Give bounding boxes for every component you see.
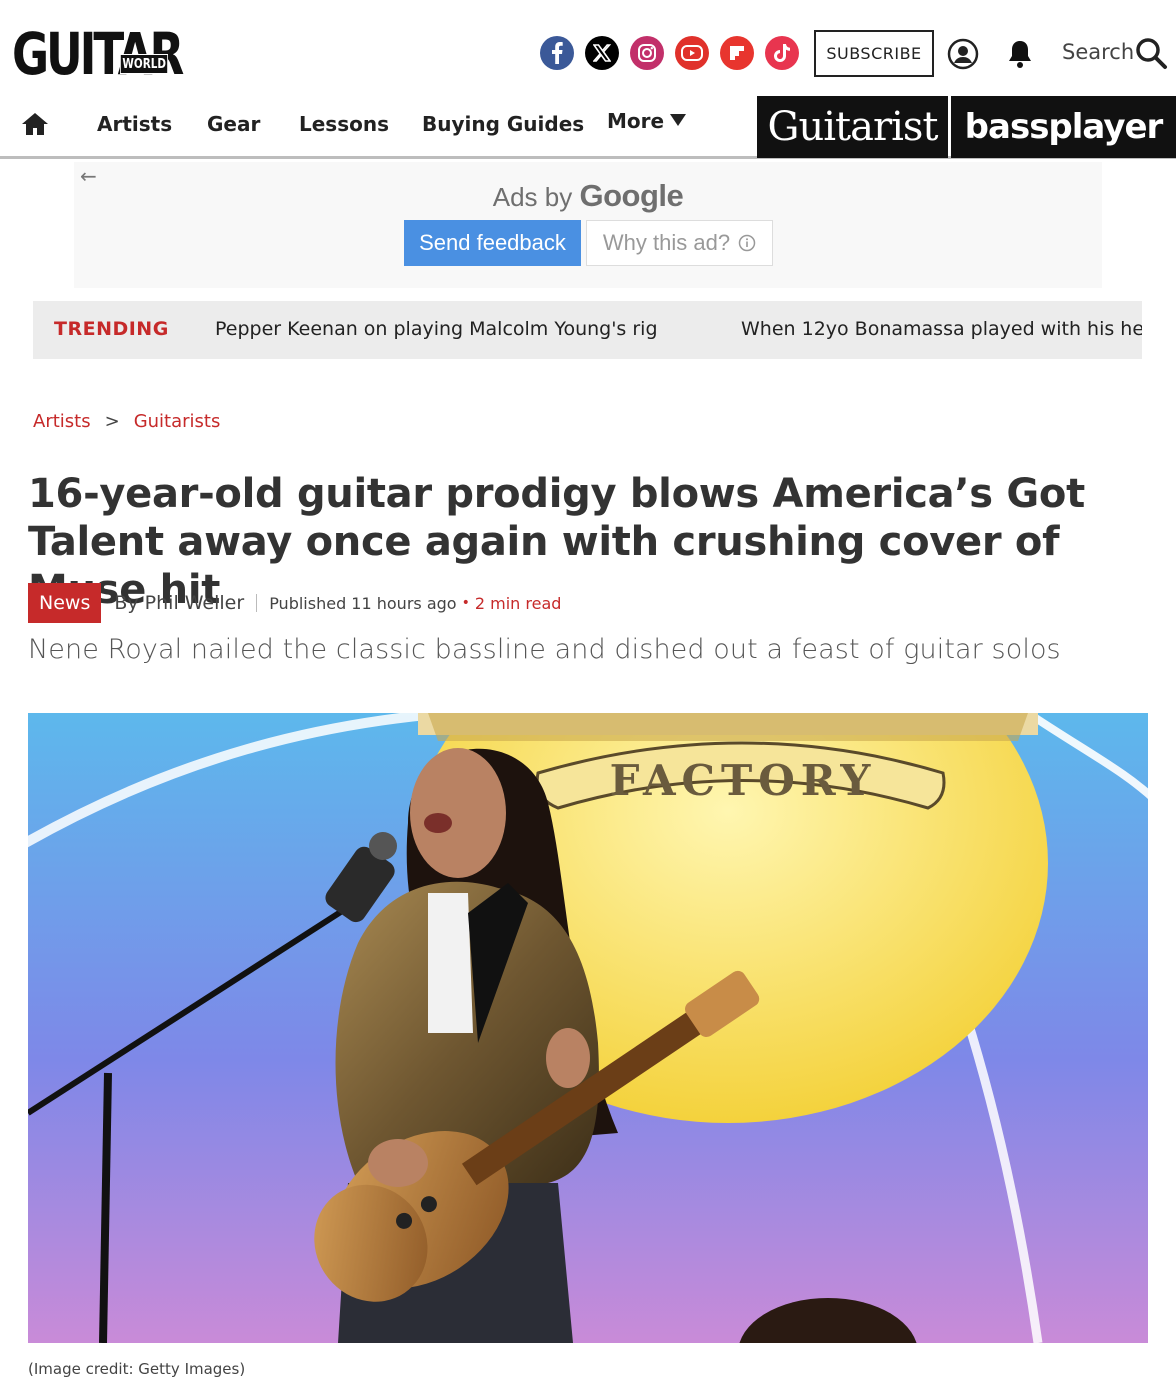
breadcrumb-separator: >: [104, 411, 120, 432]
author-byline[interactable]: By Phil Weller: [114, 592, 244, 614]
nav-item-more[interactable]: More: [607, 109, 687, 133]
subscribe-button[interactable]: SUBSCRIBE: [814, 30, 934, 77]
trending-bar: TRENDING Pepper Keenan on playing Malcol…: [33, 301, 1142, 359]
info-icon: [738, 234, 756, 252]
instagram-icon[interactable]: [630, 36, 664, 70]
search-label[interactable]: Search: [1062, 40, 1134, 64]
hero-image[interactable]: FACTORY: [28, 713, 1148, 1343]
trending-label: TRENDING: [54, 318, 169, 340]
hero-illustration: FACTORY: [28, 713, 1148, 1343]
send-feedback-button[interactable]: Send feedback: [404, 220, 581, 266]
why-this-ad-label: Why this ad?: [602, 230, 731, 255]
account-icon[interactable]: [947, 38, 979, 70]
sister-site-bassplayer[interactable]: bassplayer: [951, 96, 1176, 158]
image-credit: (Image credit: Getty Images): [28, 1360, 246, 1378]
flipboard-icon[interactable]: [720, 36, 754, 70]
nav-item-buying-guides[interactable]: Buying Guides: [422, 112, 584, 136]
nav-item-artists[interactable]: Artists: [97, 112, 172, 136]
nav-item-gear[interactable]: Gear: [207, 112, 260, 136]
nav-item-lessons[interactable]: Lessons: [299, 112, 389, 136]
logo-sub-text: WORLD: [120, 54, 169, 74]
notification-bell-icon[interactable]: [1005, 38, 1035, 70]
search-icon[interactable]: [1134, 36, 1168, 70]
main-nav: Artists Gear Lessons Buying Guides More …: [0, 96, 1176, 159]
trending-link-2[interactable]: When 12yo Bonamassa played with his hero: [741, 318, 1142, 340]
sign-text: FACTORY: [610, 756, 877, 805]
why-this-ad-button[interactable]: Why this ad?: [586, 220, 773, 266]
logo-main-text: GUITAR: [12, 20, 184, 88]
meta-dot: •: [461, 595, 470, 611]
caret-down-icon: [670, 114, 687, 126]
home-icon[interactable]: [20, 110, 50, 138]
ads-by-google-label: Ads by Google: [74, 178, 1102, 214]
breadcrumb-artists[interactable]: Artists: [33, 411, 91, 432]
sister-site-guitarist[interactable]: Guitarist: [757, 96, 948, 158]
breadcrumb-guitarists[interactable]: Guitarists: [134, 411, 221, 432]
breadcrumb: Artists > Guitarists: [33, 411, 220, 432]
facebook-icon[interactable]: [540, 36, 574, 70]
meta-divider: [256, 594, 258, 612]
tiktok-icon[interactable]: [765, 36, 799, 70]
ad-slot: ← Ads by Google Send feedback Why this a…: [74, 162, 1102, 288]
trending-link-1[interactable]: Pepper Keenan on playing Malcolm Young's…: [215, 318, 658, 340]
google-wordmark: Google: [579, 178, 684, 213]
published-time: Published 11 hours ago: [269, 593, 457, 613]
article-strapline: Nene Royal nailed the classic bassline a…: [28, 634, 1061, 665]
site-logo[interactable]: GUITAR WORLD: [12, 20, 184, 88]
article-meta: News By Phil Weller Published 11 hours a…: [28, 583, 561, 623]
x-icon[interactable]: [585, 36, 619, 70]
read-time: 2 min read: [474, 593, 562, 613]
category-badge[interactable]: News: [28, 583, 102, 623]
site-header: GUITAR WORLD SUBSCRIBE Search: [0, 0, 1176, 96]
nav-more-label: More: [607, 109, 665, 133]
youtube-icon[interactable]: [675, 36, 709, 70]
social-links: [540, 36, 799, 70]
ads-by-prefix: Ads by: [492, 182, 573, 212]
